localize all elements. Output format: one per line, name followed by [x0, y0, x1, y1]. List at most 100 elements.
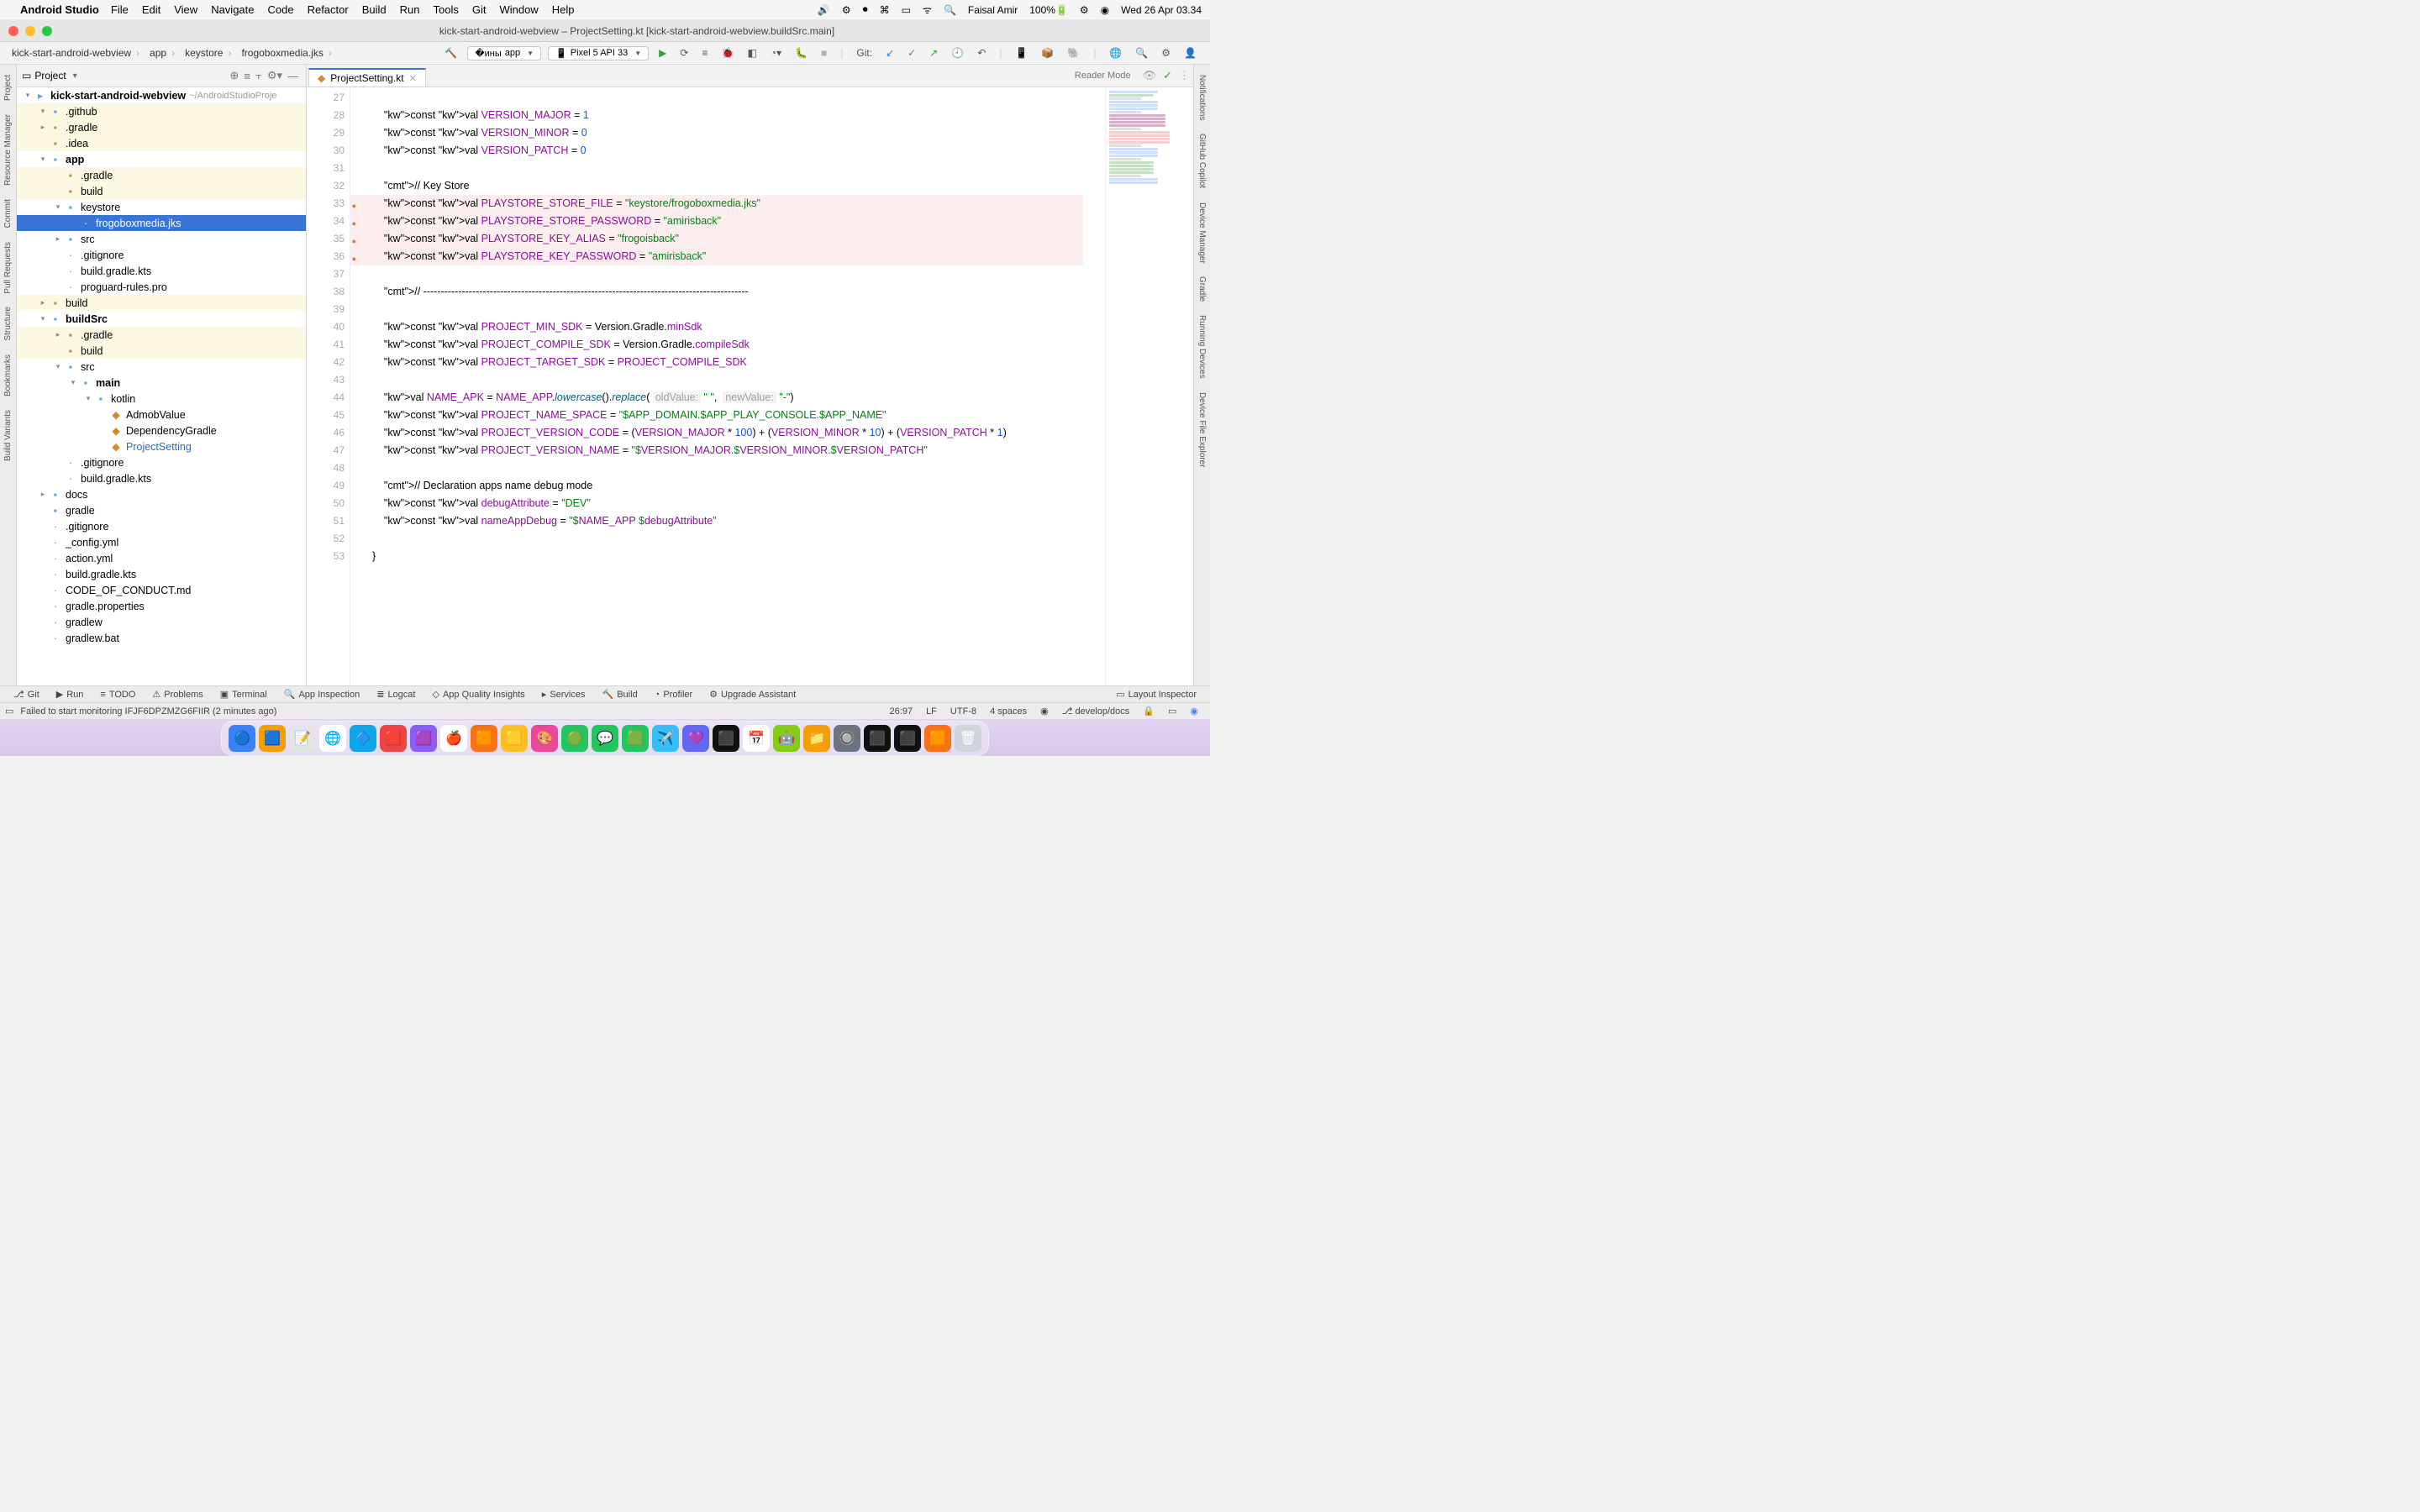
bottom-profiler[interactable]: ◔ Profiler — [655, 690, 693, 700]
stop-button[interactable]: ■ — [816, 45, 832, 60]
tree-row[interactable]: ◆ProjectSetting — [17, 438, 306, 454]
reader-mode-icon[interactable]: 👁 — [1143, 69, 1157, 82]
bottom-todo[interactable]: ≡ TODO — [100, 690, 135, 700]
tree-row[interactable]: ▾▪.github — [17, 103, 306, 119]
spotlight-icon[interactable]: 🔍 — [944, 4, 956, 16]
menu-tools[interactable]: Tools — [434, 3, 459, 16]
status-indent[interactable]: 4 spaces — [990, 706, 1027, 717]
avd-manager-icon[interactable]: 📱 — [1010, 45, 1033, 60]
tree-row[interactable]: ▪build — [17, 183, 306, 199]
rail-project[interactable]: Project — [3, 68, 13, 108]
tree-row[interactable]: ▪.idea — [17, 135, 306, 151]
project-view-icon[interactable]: ▭ — [22, 70, 31, 81]
bluetooth-icon[interactable]: ⚙ — [842, 4, 851, 16]
memory-icon[interactable]: ▭ — [1168, 706, 1176, 717]
tree-row[interactable]: ▾▪keystore — [17, 199, 306, 215]
user-name[interactable]: Faisal Amir — [968, 4, 1018, 16]
lock-icon[interactable]: 🔒 — [1143, 706, 1155, 717]
dock-app-icon[interactable]: 🟧 — [471, 725, 497, 752]
dock-app-icon[interactable]: 🟩 — [622, 725, 649, 752]
settings-icon[interactable]: ⚙ — [1156, 45, 1176, 60]
dock-app-icon[interactable]: ⬛ — [894, 725, 921, 752]
zoom-window-button[interactable] — [42, 26, 52, 36]
menu-help[interactable]: Help — [552, 3, 575, 16]
device-combo[interactable]: 📱 Pixel 5 API 33▼ — [548, 46, 649, 60]
menu-build[interactable]: Build — [362, 3, 387, 16]
tree-row[interactable]: ◆DependencyGradle — [17, 423, 306, 438]
tree-row[interactable]: ▪.gradle — [17, 167, 306, 183]
status-line-sep[interactable]: LF — [926, 706, 937, 717]
tree-row[interactable]: ·gradle.properties — [17, 598, 306, 614]
tree-row[interactable]: ·.gitignore — [17, 454, 306, 470]
tree-row[interactable]: ·gradlew.bat — [17, 630, 306, 646]
dock-app-icon[interactable]: 🔘 — [834, 725, 860, 752]
tree-row[interactable]: ·gradlew — [17, 614, 306, 630]
wifi-icon[interactable]: ᯤ — [923, 3, 932, 17]
tree-row[interactable]: ▾▪src — [17, 359, 306, 375]
bottom-layout-inspector[interactable]: ▭ Layout Inspector — [1116, 689, 1197, 700]
sdk-manager-icon[interactable]: 📦 — [1036, 45, 1059, 60]
tree-row[interactable]: ▸▪docs — [17, 486, 306, 502]
tree-row[interactable]: ▸▪build — [17, 295, 306, 311]
menu-git[interactable]: Git — [472, 3, 487, 16]
menu-refactor[interactable]: Refactor — [308, 3, 349, 16]
account-icon[interactable]: ◉ — [1190, 706, 1198, 717]
menu-view[interactable]: View — [174, 3, 197, 16]
tree-row[interactable]: ▾▪app — [17, 151, 306, 167]
close-window-button[interactable] — [8, 26, 18, 36]
tree-row[interactable]: ▸▪.gradle — [17, 119, 306, 135]
status-caret[interactable]: 26:97 — [890, 706, 913, 717]
dock-app-icon[interactable]: 🟧 — [924, 725, 951, 752]
dock-app-icon[interactable]: 📁 — [803, 725, 830, 752]
close-tab-icon[interactable]: ✕ — [409, 73, 417, 84]
dock-app-icon[interactable]: 💬 — [592, 725, 618, 752]
tree-row[interactable]: ▾▪buildSrc — [17, 311, 306, 327]
apply-changes-icon[interactable]: ⟳ — [675, 45, 693, 60]
dock-app-icon[interactable]: 🍎 — [440, 725, 467, 752]
tree-row[interactable]: ·.gitignore — [17, 247, 306, 263]
dock-app-icon[interactable]: 🟨 — [501, 725, 528, 752]
shortcuts-icon[interactable]: ⌘ — [880, 4, 890, 16]
tree-row[interactable]: ·frogoboxmedia.jks — [17, 215, 306, 231]
tree-row[interactable]: ·_config.yml — [17, 534, 306, 550]
editor-menu-icon[interactable]: ⋮ — [1179, 69, 1190, 82]
siri-icon[interactable]: ◉ — [1101, 4, 1109, 16]
select-opened-icon[interactable]: ⊕ — [229, 69, 239, 82]
menu-navigate[interactable]: Navigate — [211, 3, 254, 16]
dock-app-icon[interactable]: 🟪 — [410, 725, 437, 752]
sync-gradle-icon[interactable]: 🐘 — [1062, 45, 1085, 60]
panel-settings-icon[interactable]: ⚙▾ — [267, 69, 282, 82]
status-message-icon[interactable]: ▭ — [5, 706, 13, 717]
breadcrumb-item[interactable]: app — [145, 47, 180, 59]
tree-row[interactable]: ·build.gradle.kts — [17, 263, 306, 279]
battery-percent[interactable]: 100% 🔋 — [1029, 4, 1068, 16]
tree-row[interactable]: ·CODE_OF_CONDUCT.md — [17, 582, 306, 598]
git-rollback-icon[interactable]: ↶ — [972, 45, 991, 60]
datetime[interactable]: Wed 26 Apr 03.34 — [1121, 4, 1202, 16]
project-panel-title[interactable]: Project — [34, 70, 66, 81]
expand-all-icon[interactable]: ≡ — [244, 70, 250, 82]
dock-app-icon[interactable]: 🟥 — [380, 725, 407, 752]
rail-pull-requests[interactable]: Pull Requests — [3, 235, 13, 301]
run-config-combo[interactable]: �ины app▼ — [467, 46, 541, 60]
dock-app-icon[interactable]: ⬛ — [864, 725, 891, 752]
bottom-services[interactable]: ▸ Services — [542, 689, 586, 700]
tree-row[interactable]: ·proguard-rules.pro — [17, 279, 306, 295]
dock-app-icon[interactable]: 🔵 — [229, 725, 255, 752]
tree-row[interactable]: ▪build — [17, 343, 306, 359]
tree-row[interactable]: ◆AdmobValue — [17, 407, 306, 423]
record-icon[interactable]: ⏺ — [863, 3, 868, 16]
collapse-all-icon[interactable]: ⫟ — [255, 69, 262, 82]
dock-app-icon[interactable]: 📅 — [743, 725, 770, 752]
menu-file[interactable]: File — [111, 3, 129, 16]
coverage-icon[interactable]: ◧ — [742, 45, 761, 60]
avatar-icon[interactable]: 👤 — [1179, 45, 1202, 60]
tree-row[interactable]: ▸▪src — [17, 231, 306, 247]
tree-row[interactable]: ·action.yml — [17, 550, 306, 566]
dock-app-icon[interactable]: 🎨 — [531, 725, 558, 752]
tree-row[interactable]: ▾▪kotlin — [17, 391, 306, 407]
build-hammer-icon[interactable]: 🔨 — [439, 45, 462, 60]
minimap[interactable] — [1105, 87, 1193, 685]
breadcrumb-leaf[interactable]: frogoboxmedia.jks — [236, 47, 336, 59]
breadcrumb-item[interactable]: keystore — [180, 47, 236, 59]
